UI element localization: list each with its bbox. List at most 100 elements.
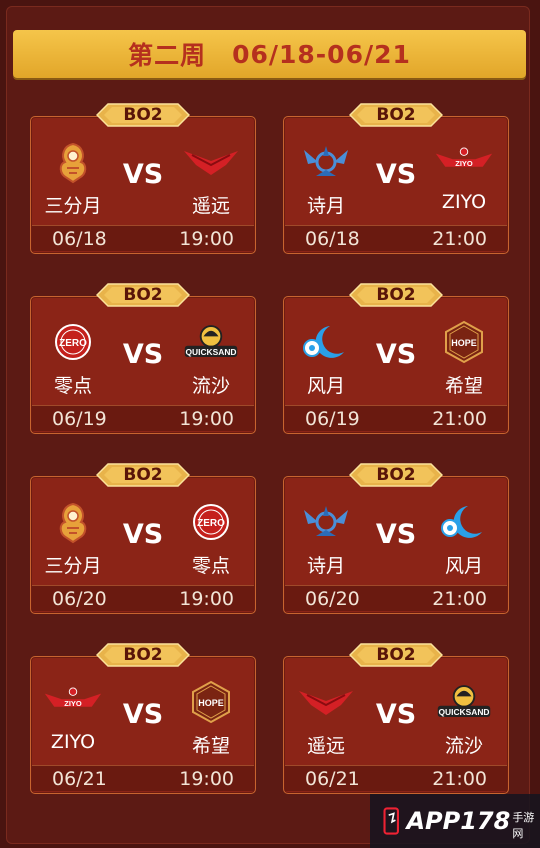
vs-label: VS [375, 699, 417, 730]
match-card: BO2 VS ZIYO 诗月 ZIYO 06/18 21:00 [283, 103, 509, 254]
format-label: BO2 [376, 105, 416, 125]
quicksand-logo: QUICKSAND [434, 681, 494, 723]
match-date: 06/19 [52, 407, 107, 430]
svg-text:QUICKSAND: QUICKSAND [185, 347, 236, 357]
match-date: 06/20 [52, 587, 107, 610]
match-date: 06/18 [52, 227, 107, 250]
week-header: 第二周 06/18-06/21 [13, 30, 526, 78]
svg-text:ZIYO: ZIYO [64, 699, 82, 708]
vs-label: VS [122, 339, 164, 370]
team-a-name: ZIYO [50, 731, 96, 753]
match-time: 19:00 [179, 407, 234, 430]
match-card: BO2 VS QUICKSAND 遥远 流沙 06/21 21:00 [283, 643, 509, 794]
team-b-name: 希望 [191, 735, 230, 757]
svg-text:QUICKSAND: QUICKSAND [438, 707, 489, 717]
match-date: 06/19 [305, 407, 360, 430]
format-badge: BO2 [349, 283, 443, 307]
team-a-name: 风月 [306, 375, 345, 397]
watermark-suffix: 手游网 [512, 811, 535, 840]
svg-text:ZERO: ZERO [197, 518, 225, 529]
match-card: BO2 VS HOPE 风月 希望 06/19 21:00 [283, 283, 509, 434]
vs-label: VS [122, 519, 164, 550]
match-date: 06/21 [52, 767, 107, 790]
team-a-name: 诗月 [306, 195, 345, 217]
format-label: BO2 [123, 285, 163, 305]
match-time: 21:00 [432, 227, 487, 250]
match-card: BO2 VS ZERO 三分月 零点 06/20 19:00 [30, 463, 256, 614]
format-badge: BO2 [96, 103, 190, 127]
phone-icon [383, 807, 399, 835]
match-time: 19:00 [179, 587, 234, 610]
format-badge: BO2 [96, 643, 190, 667]
format-label: BO2 [123, 645, 163, 665]
team-b-name: 零点 [191, 555, 230, 577]
quicksand-logo: QUICKSAND [181, 321, 241, 363]
team-a-name: 三分月 [44, 195, 102, 217]
fengyue-logo [434, 501, 494, 543]
format-badge: BO2 [349, 463, 443, 487]
match-time: 19:00 [179, 767, 234, 790]
team-b-name: ZIYO [441, 191, 487, 213]
match-time-bar: 06/20 19:00 [32, 585, 254, 611]
format-label: BO2 [376, 645, 416, 665]
format-badge: BO2 [349, 643, 443, 667]
format-label: BO2 [376, 285, 416, 305]
vs-label: VS [122, 699, 164, 730]
match-card: BO2 VS 诗月 风月 06/20 21:00 [283, 463, 509, 614]
match-card: BO2 VS 三分月 遥远 06/18 19:00 [30, 103, 256, 254]
team-b-name: 遥远 [191, 195, 230, 217]
match-card: BO2 ZERO VS QUICKSAND 零点 流沙 06/19 19:00 [30, 283, 256, 434]
match-card: BO2 ZIYO VS HOPE ZIYO 希望 06/21 19:00 [30, 643, 256, 794]
team-b-name: 风月 [444, 555, 483, 577]
format-badge: BO2 [96, 283, 190, 307]
watermark: APP178 手游网 [370, 794, 540, 848]
match-time-bar: 06/19 19:00 [32, 405, 254, 431]
sanfenyue-logo [43, 141, 103, 184]
match-time-bar: 06/18 21:00 [285, 225, 507, 251]
vs-label: VS [375, 339, 417, 370]
yaoyuan-logo [296, 681, 356, 723]
team-a-name: 诗月 [306, 555, 345, 577]
format-badge: BO2 [96, 463, 190, 487]
format-badge: BO2 [349, 103, 443, 127]
match-time: 21:00 [432, 407, 487, 430]
team-a-name: 零点 [53, 375, 92, 397]
vs-label: VS [375, 519, 417, 550]
format-label: BO2 [123, 465, 163, 485]
week-dates: 06/18-06/21 [232, 39, 411, 69]
format-label: BO2 [123, 105, 163, 125]
match-time: 21:00 [432, 587, 487, 610]
ziyo-logo: ZIYO [43, 681, 103, 723]
match-date: 06/18 [305, 227, 360, 250]
fengyue-logo [296, 321, 356, 363]
match-time: 21:00 [432, 767, 487, 790]
team-a-name: 遥远 [306, 735, 345, 757]
match-time-bar: 06/21 21:00 [285, 765, 507, 791]
svg-text:HOPE: HOPE [451, 338, 477, 348]
week-label: 第二周 [128, 41, 207, 70]
match-time-bar: 06/18 19:00 [32, 225, 254, 251]
match-time: 19:00 [179, 227, 234, 250]
team-a-name: 三分月 [44, 555, 102, 577]
zero-logo: ZERO [43, 321, 103, 363]
match-time-bar: 06/19 21:00 [285, 405, 507, 431]
yaoyuan-logo [181, 141, 241, 183]
match-time-bar: 06/20 21:00 [285, 585, 507, 611]
shiyue-logo [296, 141, 356, 183]
sanfenyue-logo [43, 501, 103, 544]
svg-text:HOPE: HOPE [198, 698, 224, 708]
match-date: 06/21 [305, 767, 360, 790]
format-label: BO2 [376, 465, 416, 485]
team-b-name: 流沙 [444, 735, 483, 757]
team-b-name: 希望 [444, 375, 483, 397]
vs-label: VS [122, 159, 164, 190]
match-date: 06/20 [305, 587, 360, 610]
team-b-name: 流沙 [191, 375, 230, 397]
hope-logo: HOPE [181, 680, 241, 724]
hope-logo: HOPE [434, 320, 494, 364]
zero-logo: ZERO [181, 501, 241, 543]
shiyue-logo [296, 501, 356, 543]
match-time-bar: 06/21 19:00 [32, 765, 254, 791]
svg-text:ZERO: ZERO [59, 338, 87, 349]
watermark-brand: APP178 [406, 807, 511, 835]
